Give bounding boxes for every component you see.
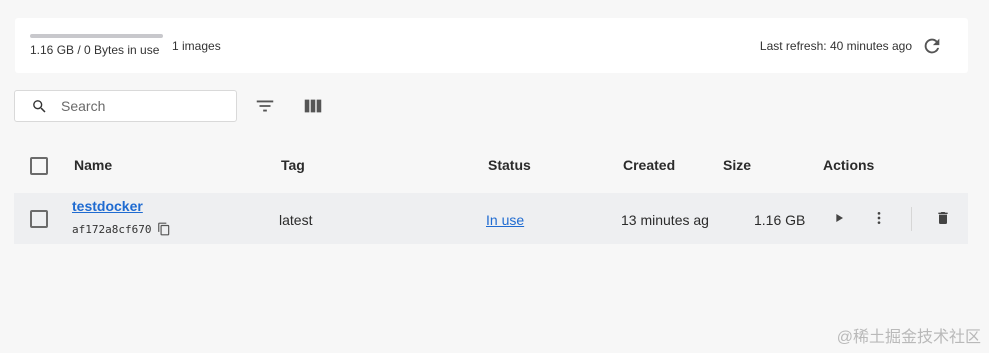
search-field[interactable] <box>14 90 237 122</box>
column-header-size[interactable]: Size <box>723 157 751 173</box>
column-header-actions: Actions <box>823 157 875 173</box>
copy-icon <box>158 222 170 236</box>
disk-usage-card: 1.16 GB / 0 Bytes in use 1 images Last r… <box>15 18 968 73</box>
column-header-name[interactable]: Name <box>74 157 112 173</box>
more-vertical-icon <box>877 212 881 224</box>
play-icon <box>836 214 843 222</box>
search-icon <box>33 100 46 113</box>
disk-usage-text: 1.16 GB / 0 Bytes in use <box>30 43 160 57</box>
images-count: 1 images <box>172 39 221 53</box>
filter-icon <box>256 100 274 112</box>
disk-usage-bar <box>30 34 163 38</box>
refresh-button[interactable] <box>921 35 943 57</box>
trash-icon <box>938 212 948 224</box>
image-size: 1.16 GB <box>754 212 806 228</box>
column-header-created[interactable]: Created <box>623 157 675 173</box>
actions-divider <box>911 207 912 231</box>
select-all-checkbox[interactable] <box>30 157 48 175</box>
image-name-link[interactable]: testdocker <box>72 198 143 214</box>
image-id: af172a8cf670 <box>72 223 152 236</box>
image-tag: latest <box>279 212 313 228</box>
more-actions-button[interactable] <box>871 210 887 226</box>
refresh-icon <box>924 38 940 54</box>
row-checkbox[interactable] <box>30 210 48 228</box>
watermark: @稀土掘金技术社区 <box>836 329 981 346</box>
status-link[interactable]: In use <box>486 212 524 228</box>
column-header-tag[interactable]: Tag <box>281 157 305 173</box>
image-created: 13 minutes ag <box>621 212 709 228</box>
columns-button[interactable] <box>301 95 325 117</box>
column-header-status[interactable]: Status <box>488 157 531 173</box>
columns-icon <box>304 99 322 113</box>
filter-button[interactable] <box>253 95 277 117</box>
copy-id-button[interactable] <box>157 222 171 236</box>
last-refresh-text: Last refresh: 40 minutes ago <box>759 39 912 53</box>
search-input[interactable] <box>61 96 231 116</box>
run-button[interactable] <box>831 210 847 226</box>
table-row[interactable]: testdocker af172a8cf670 latest In use 13… <box>14 193 968 244</box>
delete-button[interactable] <box>935 210 951 226</box>
